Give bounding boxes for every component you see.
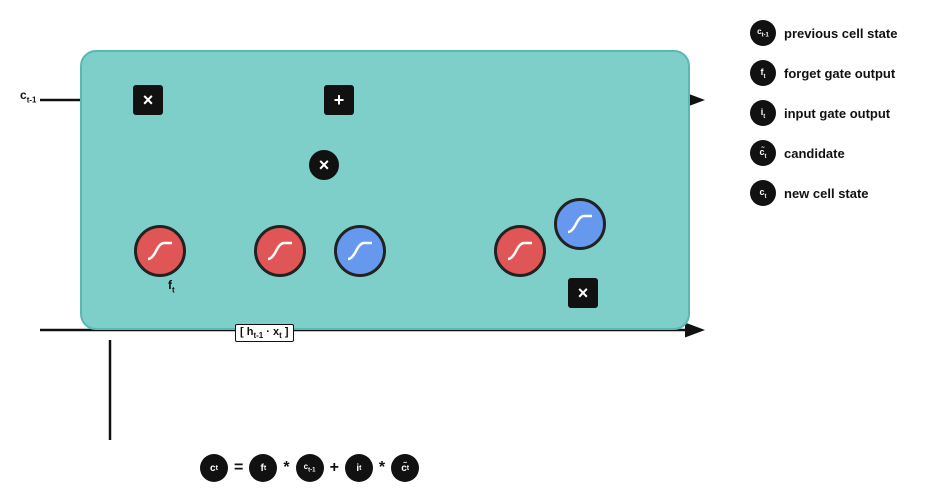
new-state-sigmoid — [554, 198, 606, 250]
legend-circle-it: it — [750, 100, 776, 126]
legend-circle-c-prev: ct-1 — [750, 20, 776, 46]
legend-label-candidate: candidate — [784, 146, 845, 161]
legend-circle-candidate: c̃t — [750, 140, 776, 166]
formula-times1: * — [283, 459, 289, 477]
formula-plus: + — [330, 459, 339, 477]
formula-ct: ct — [200, 454, 228, 482]
legend-circle-ft: ft — [750, 60, 776, 86]
input-gate-sigmoid — [254, 225, 306, 277]
legend-label-it: input gate output — [784, 106, 890, 121]
c-t-minus1-label: ct-1 — [20, 88, 36, 104]
formula-it: it — [345, 454, 373, 482]
plus-op: + — [324, 85, 354, 115]
candidate-sigmoid — [334, 225, 386, 277]
forget-gate-sigmoid — [134, 225, 186, 277]
legend-circle-ct: ct — [750, 180, 776, 206]
input-candidate-multiply: × — [309, 150, 339, 180]
output-multiply: × — [568, 278, 598, 308]
forget-gate-multiply: × — [133, 85, 163, 115]
formula-times2: * — [379, 459, 385, 477]
concat-label: [ ht-1 · xt ] — [235, 324, 294, 342]
formula-row: ct = ft * ct-1 + it * c̃t — [200, 454, 419, 482]
formula-ctilde: c̃t — [391, 454, 419, 482]
legend-label-ct: new cell state — [784, 186, 869, 201]
formula-ft: ft — [249, 454, 277, 482]
legend-label-c-prev: previous cell state — [784, 26, 897, 41]
legend-item-it: it input gate output — [750, 100, 940, 126]
legend-label-ft: forget gate output — [784, 66, 895, 81]
output-gate-sigmoid — [494, 225, 546, 277]
legend: ct-1 previous cell state ft forget gate … — [750, 20, 940, 220]
legend-item-ft: ft forget gate output — [750, 60, 940, 86]
legend-item-ct: ct new cell state — [750, 180, 940, 206]
lstm-diagram: ct-1 × + × ft × [ ht-1 · xt ] — [20, 20, 720, 440]
legend-item-candidate: c̃t candidate — [750, 140, 940, 166]
formula-ct-minus1: ct-1 — [296, 454, 324, 482]
ft-label: ft — [168, 278, 175, 294]
legend-item-c-prev: ct-1 previous cell state — [750, 20, 940, 46]
formula-equals: = — [234, 459, 243, 477]
